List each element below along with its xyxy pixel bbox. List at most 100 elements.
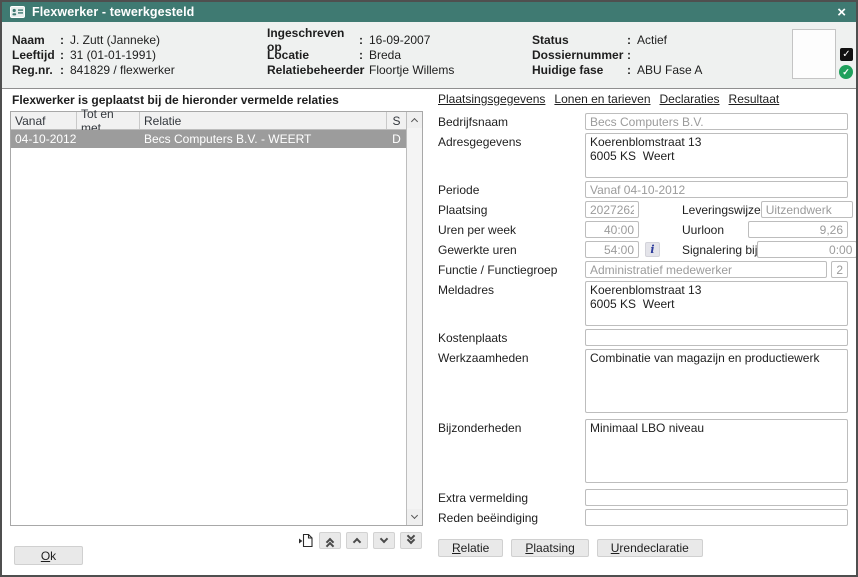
ingeschreven-op-value: 16-09-2007: [369, 33, 430, 47]
scrollbar-up-icon[interactable]: [407, 112, 422, 128]
periode-field[interactable]: [585, 181, 848, 198]
detail-tabs: Plaatsingsgegevens Lonen en tarieven Dec…: [438, 92, 848, 106]
meldadres-field[interactable]: Koerenblomstraat 13 6005 KS Weert: [585, 281, 848, 326]
placements-table: Vanaf Tot en met Relatie S 04-10-2012 Be…: [10, 111, 423, 526]
close-icon[interactable]: ×: [835, 5, 848, 20]
tab-declaraties[interactable]: Declaraties: [660, 92, 720, 106]
uren-per-week-label: Uren per week: [438, 221, 585, 237]
regnr-value: 841829 / flexwerker: [70, 63, 175, 77]
form-row-meldadres: Meldadres Koerenblomstraat 13 6005 KS We…: [438, 281, 848, 326]
uurloon-label: Uurloon: [682, 221, 724, 237]
previous-record-button[interactable]: [346, 532, 368, 549]
kostenplaats-field[interactable]: [585, 329, 848, 346]
form-row-uren-per-week: Uren per week Uurloon: [438, 221, 848, 238]
locatie-label: Locatie: [267, 48, 359, 62]
form-row-gewerkte-uren: Gewerkte uren i Signalering bij: [438, 241, 848, 258]
column-header-tot-en-met[interactable]: Tot en met: [77, 112, 140, 129]
urendeclaratie-button[interactable]: Urendeclaratie: [597, 539, 703, 557]
placements-caption: Flexwerker is geplaatst bij de hieronder…: [12, 93, 423, 107]
checked-checkbox-icon[interactable]: ✓: [840, 48, 853, 61]
meldadres-label: Meldadres: [438, 281, 585, 297]
plaatsing-nummer-field[interactable]: [585, 201, 639, 218]
new-document-icon[interactable]: [298, 532, 314, 549]
leveringswijze-field[interactable]: [761, 201, 853, 218]
info-icon[interactable]: i: [645, 242, 660, 257]
tab-resultaat[interactable]: Resultaat: [729, 92, 780, 106]
bijzonderheden-label: Bijzonderheden: [438, 419, 585, 435]
form-row-periode: Periode: [438, 181, 848, 198]
form-row-functie: Functie / Functiegroep: [438, 261, 848, 278]
werkzaamheden-field[interactable]: Combinatie van magazijn en productiewerk: [585, 349, 848, 413]
adresgegevens-field[interactable]: Koerenblomstraat 13 6005 KS Weert: [585, 133, 848, 178]
scrollbar-down-icon[interactable]: [407, 509, 422, 525]
uurloon-field[interactable]: [748, 221, 848, 238]
uren-per-week-field[interactable]: [585, 221, 639, 238]
functie-field[interactable]: [585, 261, 827, 278]
placement-details-panel: Plaatsingsgegevens Lonen en tarieven Dec…: [438, 89, 848, 557]
cell-relatie: Becs Computers B.V. - WEERT: [140, 132, 387, 146]
column-header-s[interactable]: S: [387, 112, 406, 129]
extra-vermelding-field[interactable]: [585, 489, 848, 506]
placements-table-columns: Vanaf Tot en met Relatie S 04-10-2012 Be…: [11, 112, 406, 525]
locatie-value: Breda: [369, 48, 401, 62]
regnr-label: Reg.nr.: [12, 63, 60, 77]
header-column-3: Status : Actief Dossiernummer : Huidige …: [532, 32, 702, 77]
functie-label: Functie / Functiegroep: [438, 261, 585, 277]
cell-vanaf: 04-10-2012: [11, 132, 77, 146]
cell-s: D: [387, 132, 406, 146]
leeftijd-value: 31 (01-01-1991): [70, 48, 156, 62]
functiegroep-field[interactable]: [831, 261, 848, 278]
placements-panel: Flexwerker is geplaatst bij de hieronder…: [10, 91, 423, 571]
adresgegevens-label: Adresgegevens: [438, 133, 585, 149]
relatiebeheerder-label: Relatiebeheerder: [267, 63, 359, 77]
signalering-bij-label: Signalering bij: [682, 241, 757, 257]
bijzonderheden-field[interactable]: Minimaal LBO niveau: [585, 419, 848, 483]
huidige-fase-label: Huidige fase: [532, 63, 627, 77]
form-row-werkzaamheden: Werkzaamheden Combinatie van magazijn en…: [438, 349, 848, 413]
table-scrollbar[interactable]: [406, 112, 422, 525]
tab-plaatsingsgegevens[interactable]: Plaatsingsgegevens: [438, 92, 545, 106]
bedrijfsnaam-field[interactable]: [585, 113, 848, 130]
last-record-button[interactable]: [400, 532, 422, 549]
record-navigation: [298, 532, 422, 549]
next-record-button[interactable]: [373, 532, 395, 549]
chevron-double-down-icon: [408, 537, 414, 545]
header-column-2: Ingeschreven op : 16-09-2007 Locatie : B…: [267, 32, 454, 77]
header-field-relatiebeheerder: Relatiebeheerder : Floortje Willems: [267, 62, 454, 77]
gewerkte-uren-field[interactable]: [585, 241, 639, 258]
relatie-button[interactable]: Relatie: [438, 539, 503, 557]
header-column-1: Naam : J. Zutt (Janneke) Leeftijd : 31 (…: [12, 32, 175, 77]
table-row[interactable]: 04-10-2012 Becs Computers B.V. - WEERT D: [11, 130, 406, 148]
photo-placeholder: [792, 29, 836, 79]
plaatsing-button[interactable]: Plaatsing: [511, 539, 588, 557]
naam-label: Naam: [12, 33, 60, 47]
form-row-kostenplaats: Kostenplaats: [438, 329, 848, 346]
leeftijd-label: Leeftijd: [12, 48, 60, 62]
first-record-button[interactable]: [319, 532, 341, 549]
header-field-status: Status : Actief: [532, 32, 702, 47]
main-area: Flexwerker is geplaatst bij de hieronder…: [2, 89, 856, 573]
detail-buttons: Relatie Plaatsing Urendeclaratie: [438, 539, 848, 557]
table-header: Vanaf Tot en met Relatie S: [11, 112, 406, 130]
reden-beeindiging-field[interactable]: [585, 509, 848, 526]
header-field-locatie: Locatie : Breda: [267, 47, 454, 62]
column-header-relatie[interactable]: Relatie: [140, 112, 387, 129]
leveringswijze-label: Leveringswijze: [682, 201, 761, 217]
status-label: Status: [532, 33, 627, 47]
tab-lonen-en-tarieven[interactable]: Lonen en tarieven: [554, 92, 650, 106]
chevron-double-up-icon: [327, 537, 333, 545]
status-ok-icon: ✓: [839, 65, 853, 79]
periode-label: Periode: [438, 181, 585, 197]
ok-button[interactable]: Ok: [14, 546, 83, 565]
reden-beeindiging-label: Reden beëindiging: [438, 509, 585, 525]
person-header: Naam : J. Zutt (Janneke) Leeftijd : 31 (…: [2, 22, 856, 89]
extra-vermelding-label: Extra vermelding: [438, 489, 585, 505]
column-header-vanaf[interactable]: Vanaf: [11, 112, 77, 129]
header-field-leeftijd: Leeftijd : 31 (01-01-1991): [12, 47, 175, 62]
kostenplaats-label: Kostenplaats: [438, 329, 585, 345]
flexwerker-window: Flexwerker - tewerkgesteld × Naam : J. Z…: [0, 0, 858, 577]
plaatsing-label: Plaatsing: [438, 201, 585, 217]
form-row-adresgegevens: Adresgegevens Koerenblomstraat 13 6005 K…: [438, 133, 848, 178]
signalering-bij-field[interactable]: [757, 241, 857, 258]
huidige-fase-value: ABU Fase A: [637, 63, 702, 77]
